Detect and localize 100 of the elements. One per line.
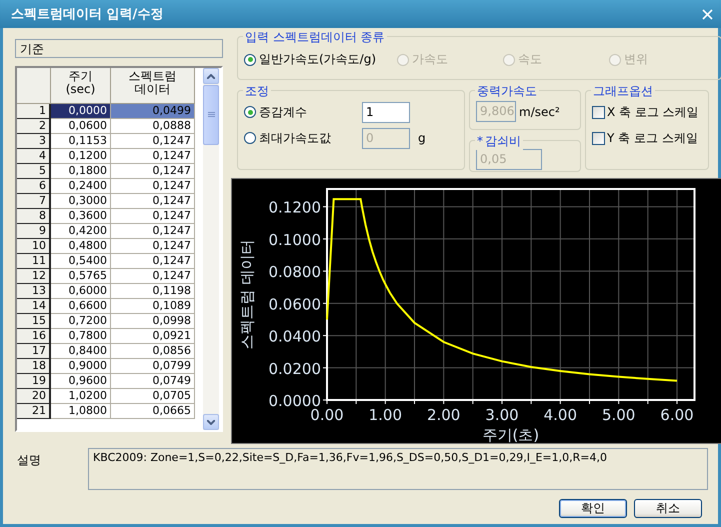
table-cell: 0,1198: [111, 284, 195, 299]
standard-field: 기준: [15, 39, 223, 58]
axis-tick-label: 0.1200: [268, 198, 321, 217]
table-cell: 0,1247: [111, 164, 195, 179]
row-header[interactable]: 8: [17, 209, 51, 224]
x-axis-title: 주기(초): [482, 426, 540, 443]
axis-tick-label: 3.00: [485, 406, 519, 424]
row-header[interactable]: 13: [17, 284, 51, 299]
table-cell: 0,8400: [51, 344, 111, 359]
table-cell: 0,1247: [111, 194, 195, 209]
row-header[interactable]: 5: [17, 164, 51, 179]
unit-label: g: [418, 131, 426, 145]
radio-button[interactable]: [244, 106, 256, 118]
axis-tick-label: 0.1000: [268, 230, 321, 249]
table-cell: 0,1153: [51, 134, 111, 149]
table-cell: 0,0705: [111, 389, 195, 404]
row-header[interactable]: 7: [17, 194, 51, 209]
scroll-down-button[interactable]: [203, 414, 219, 430]
dialog-button[interactable]: 확인: [559, 499, 627, 518]
table-cell: 0,1800: [51, 164, 111, 179]
row-header[interactable]: 14: [17, 299, 51, 314]
row-header[interactable]: 20: [17, 389, 51, 404]
row-header[interactable]: 3: [17, 134, 51, 149]
table-cell: 0,7200: [51, 314, 111, 329]
row-header[interactable]: 6: [17, 179, 51, 194]
table-cell: 0,1200: [51, 149, 111, 164]
table-cell: 0,3600: [51, 209, 111, 224]
input-field[interactable]: 1: [362, 102, 410, 122]
row-header[interactable]: 12: [17, 269, 51, 284]
row-header[interactable]: 18: [17, 359, 51, 374]
table-cell: 0,1247: [111, 209, 195, 224]
axis-tick-label: 1.00: [368, 406, 402, 424]
group-legend: 그래프옵션: [593, 83, 653, 100]
checkbox[interactable]: [592, 106, 605, 118]
table-cell: 0,1247: [111, 134, 195, 149]
row-header[interactable]: 17: [17, 344, 51, 359]
table-cell: 0,0499: [111, 104, 195, 119]
radio-label[interactable]: 증감계수: [259, 104, 307, 120]
table-cell: 0,9600: [51, 374, 111, 389]
row-header[interactable]: 10: [17, 239, 51, 254]
row-header[interactable]: 21: [17, 404, 51, 419]
checkbox-label[interactable]: X 축 로그 스케일: [607, 104, 699, 120]
axis-tick-label: 0.0400: [268, 328, 321, 346]
radio-label[interactable]: 일반가속도(가속도/g): [259, 51, 376, 68]
scroll-thumb[interactable]: [203, 85, 219, 145]
row-header[interactable]: 9: [17, 224, 51, 239]
table-cell: 0,0000: [51, 104, 111, 119]
caret-up-icon: [207, 74, 215, 78]
row-header[interactable]: 16: [17, 329, 51, 344]
table-cell: 0,0665: [111, 404, 195, 419]
table-cell: 0,0998: [111, 314, 195, 329]
column-header[interactable]: 주기 (sec): [51, 68, 111, 104]
row-header[interactable]: 1: [17, 104, 51, 119]
axis-tick-label: 4.00: [544, 406, 578, 424]
header-corner: [17, 68, 51, 104]
table-cell: 0,5400: [51, 254, 111, 269]
group-legend: 감쇠비: [485, 133, 521, 150]
table-cell: 0,1247: [111, 239, 195, 254]
dialog-button[interactable]: 취소: [634, 499, 702, 518]
table-cell: 0,1247: [111, 269, 195, 284]
group-legend: 입력 스펙트럼데이터 종류: [245, 29, 385, 46]
table-cell: 0,1247: [111, 179, 195, 194]
group-legend: 조정: [245, 83, 269, 100]
table-cell: 0,1089: [111, 299, 195, 314]
close-icon[interactable]: [702, 8, 713, 20]
row-header[interactable]: 19: [17, 374, 51, 389]
row-header[interactable]: 15: [17, 314, 51, 329]
row-header[interactable]: 2: [17, 119, 51, 134]
table-cell: 1,0800: [51, 404, 111, 419]
table-cell: 0,4200: [51, 224, 111, 239]
row-header[interactable]: 4: [17, 149, 51, 164]
table-cell: 0,3000: [51, 194, 111, 209]
table-cell: 0,1247: [111, 254, 195, 269]
table-cell: 0,2400: [51, 179, 111, 194]
window-title: 스펙트럼데이터 입력/수정: [11, 6, 164, 23]
axis-tick-label: 0.0200: [268, 360, 321, 378]
checkbox[interactable]: [592, 132, 605, 144]
axis-tick-label: 2.00: [426, 406, 460, 424]
column-header[interactable]: 스펙트럼 데이터: [111, 68, 195, 104]
table-cell: 0,0600: [51, 119, 111, 134]
radio-button[interactable]: [244, 54, 256, 66]
scroll-up-button[interactable]: [203, 68, 219, 84]
row-header[interactable]: 11: [17, 254, 51, 269]
required-mark: *: [477, 134, 483, 148]
y-axis-title: 스펙트럼 데이터: [238, 240, 256, 350]
table-cell: 0,9000: [51, 359, 111, 374]
checkbox-label[interactable]: Y 축 로그 스케일: [607, 130, 698, 146]
table-cell: 0,4800: [51, 239, 111, 254]
table-cell: 0,6000: [51, 284, 111, 299]
group-legend: 중력가속도: [477, 83, 537, 100]
axis-tick-label: 0.0800: [268, 263, 321, 282]
table-cell: 0,0749: [111, 374, 195, 389]
table-cell: 0,5765: [51, 269, 111, 284]
table-cell: 1,0200: [51, 389, 111, 404]
description-label: 설명: [16, 452, 42, 469]
description-field[interactable]: KBC2009: Zone=1,S=0,22,Site=S_D,Fa=1,36,Fv=1,96,S_DS=0,50,S_D1=0,29,I_E=1,0,R=4,0: [88, 448, 708, 490]
table-cell: 0,1247: [111, 149, 195, 164]
axis-tick-label: 5.00: [602, 406, 636, 424]
grip-icon: [208, 112, 214, 118]
axis-tick-label: 6.00: [660, 406, 694, 424]
